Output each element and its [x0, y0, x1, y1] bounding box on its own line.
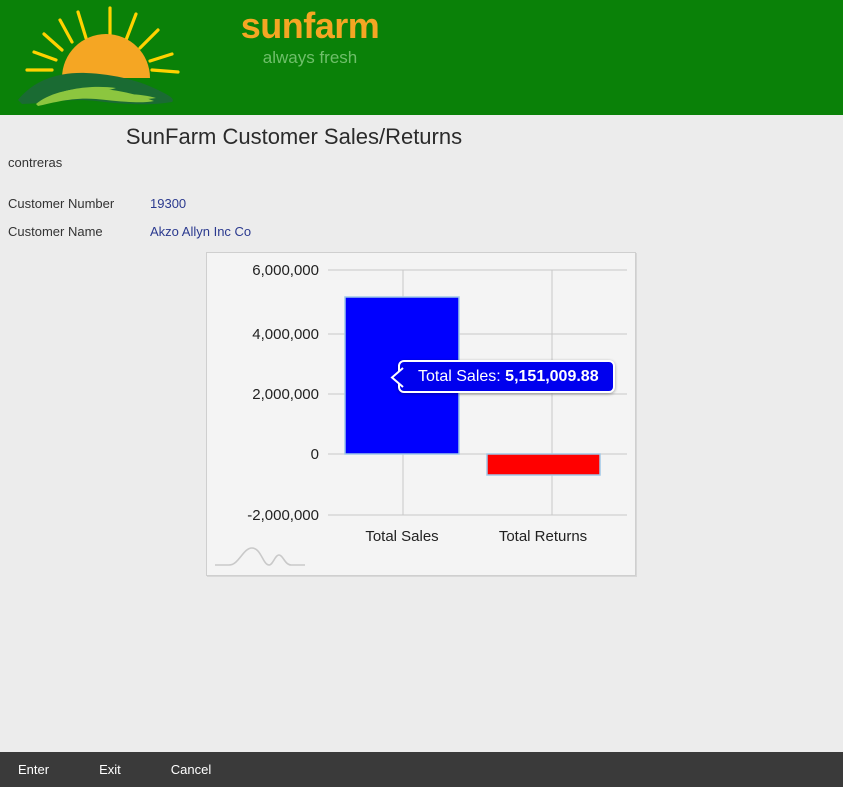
page-title: SunFarm Customer Sales/Returns — [0, 124, 843, 150]
site-header-banner: sunfarm always fresh — [0, 0, 843, 115]
y-tick-label: 6,000,000 — [252, 262, 319, 279]
chart-tooltip: Total Sales: 5,151,009.88 — [390, 360, 615, 393]
chart-tooltip-text: Total Sales: 5,151,009.88 — [418, 367, 599, 385]
customer-name-label: Customer Name — [8, 224, 103, 239]
customer-name-row: Customer Name Akzo Allyn Inc Co — [8, 224, 251, 239]
enter-button[interactable]: Enter — [12, 758, 55, 781]
brand-name: sunfarm — [240, 5, 380, 46]
customer-number-label: Customer Number — [8, 196, 115, 211]
cancel-button[interactable]: Cancel — [165, 758, 217, 781]
sales-returns-chart-panel[interactable]: 6,000,000 4,000,000 2,000,000 0 -2,000,0… — [206, 252, 636, 576]
y-tick-label: 2,000,000 — [252, 386, 319, 403]
y-tick-label: -2,000,000 — [247, 507, 319, 524]
chart-x-axis-ticks: Total Sales Total Returns — [365, 528, 587, 545]
x-tick-label: Total Returns — [499, 528, 587, 545]
tooltip-label: Total Sales: — [418, 367, 501, 385]
sales-returns-bar-chart[interactable]: 6,000,000 4,000,000 2,000,000 0 -2,000,0… — [207, 253, 635, 575]
customer-number-value: 19300 — [150, 196, 187, 211]
chart-watermark-icon — [215, 547, 305, 566]
y-tick-label: 0 — [311, 446, 319, 463]
page-title-text: SunFarm Customer Sales/Returns — [125, 124, 463, 149]
tooltip-value: 5,151,009.88 — [505, 367, 599, 385]
bottom-action-bar: Enter Exit Cancel — [0, 752, 843, 787]
bar-total-returns[interactable] — [486, 453, 601, 476]
tooltip-pointer-icon — [390, 367, 404, 388]
chart-y-axis-ticks: 6,000,000 4,000,000 2,000,000 0 -2,000,0… — [247, 262, 319, 524]
customer-number-row: Customer Number 19300 — [8, 196, 186, 211]
y-tick-label: 4,000,000 — [252, 326, 319, 343]
customer-name-value: Akzo Allyn Inc Co — [150, 224, 252, 239]
current-user-label: contreras — [8, 155, 63, 170]
brand-lockup: sunfarm always fresh — [160, 6, 460, 69]
exit-button[interactable]: Exit — [93, 758, 127, 781]
x-tick-label: Total Sales — [365, 528, 438, 545]
brand-tagline: always fresh — [262, 48, 358, 67]
